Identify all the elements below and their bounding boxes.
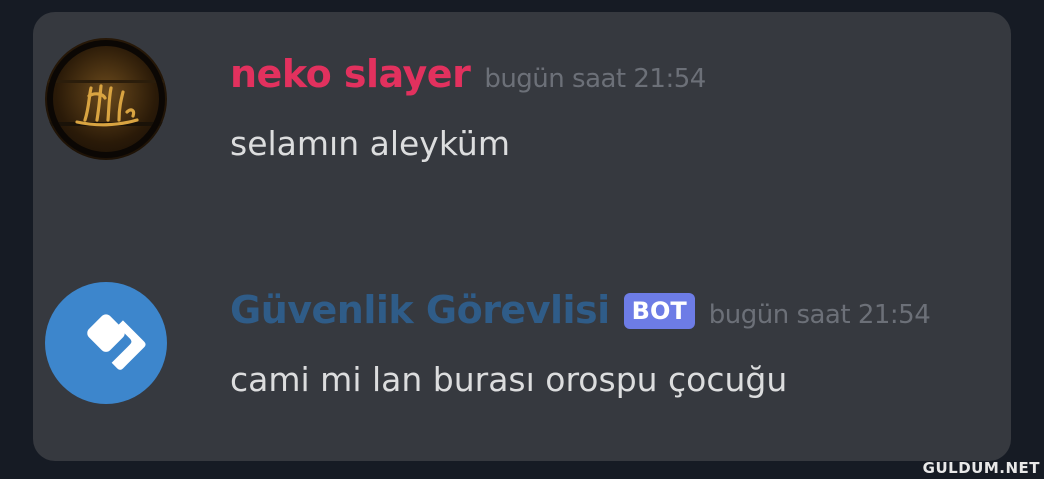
calligraphy-icon <box>45 40 167 158</box>
avatar[interactable] <box>45 38 167 160</box>
chat-panel: neko slayer bugün saat 21:54 selamın ale… <box>33 12 1011 461</box>
message-content: selamın aleyküm <box>230 124 510 163</box>
username[interactable]: neko slayer <box>230 52 471 96</box>
message-item: Güvenlik Görevlisi BOT bugün saat 21:54 … <box>33 280 1011 430</box>
avatar[interactable] <box>45 282 167 404</box>
message-header: neko slayer bugün saat 21:54 <box>230 52 706 96</box>
message-item: neko slayer bugün saat 21:54 selamın ale… <box>33 30 1011 180</box>
timestamp: bugün saat 21:54 <box>484 64 706 94</box>
watermark: GULDUM.NET <box>922 459 1040 477</box>
bot-badge: BOT <box>623 293 695 329</box>
message-header: Güvenlik Görevlisi BOT bugün saat 21:54 <box>230 288 931 333</box>
chevron-diamond-icon <box>87 314 146 370</box>
message-content: cami mi lan burası orospu çocuğu <box>230 360 788 399</box>
username[interactable]: Güvenlik Görevlisi <box>230 288 610 332</box>
timestamp: bugün saat 21:54 <box>708 300 931 330</box>
